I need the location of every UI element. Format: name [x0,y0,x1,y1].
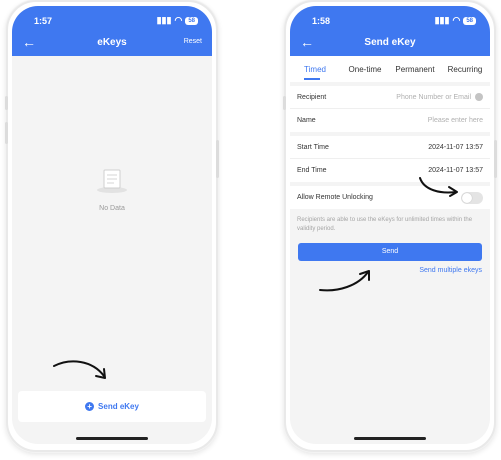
wifi-icon: ◠ [452,15,461,25]
home-indicator [354,437,426,440]
ekeys-screen: 1:57 ▮▮▮ ◠ 58 ← eKeys Reset No Data + Se… [12,6,212,444]
tab-one-time[interactable]: One-time [340,65,390,74]
time-group: Start Time 2024-11-07 13:57 End Time 202… [290,136,490,182]
tab-recurring[interactable]: Recurring [440,65,490,74]
send-ekey-button[interactable]: + Send eKey [18,391,206,422]
name-label: Name [297,117,316,124]
document-icon [97,169,127,193]
send-ekey-screen: 1:58 ▮▮▮ ◠ 58 ← Send eKey Timed One-time… [290,6,490,444]
side-button [494,140,497,178]
annotation-arrow-icon [419,177,458,197]
end-time-label: End Time [297,167,327,174]
status-bar: 1:57 ▮▮▮ ◠ 58 [12,6,212,32]
recipient-group: Recipient Phone Number or Email Name Ple… [290,86,490,132]
home-indicator [76,437,148,440]
tab-timed[interactable]: Timed [290,65,340,74]
recipient-row[interactable]: Recipient Phone Number or Email [290,86,490,109]
reset-button[interactable]: Reset [184,38,202,45]
battery-icon: 58 [185,16,198,25]
empty-state: No Data [12,166,212,212]
recipient-input[interactable]: Phone Number or Email [396,94,471,101]
status-bar: 1:58 ▮▮▮ ◠ 58 [290,6,490,32]
signal-icon: ▮▮▮ [156,15,172,25]
side-button [216,140,219,178]
start-time-label: Start Time [297,143,329,151]
send-ekey-label: Send eKey [98,402,139,411]
contact-icon[interactable] [475,93,483,101]
start-time-row[interactable]: Start Time 2024-11-07 13:57 [290,136,490,159]
validity-hint: Recipients are able to use the eKeys for… [297,217,473,232]
end-time-value[interactable]: 2024-11-07 13:57 [428,167,483,174]
name-row[interactable]: Name Please enter here [290,109,490,132]
wifi-icon: ◠ [174,15,183,25]
page-title: Send eKey [364,37,416,48]
remote-unlock-group: Allow Remote Unlocking [290,186,490,209]
empty-state-text: No Data [99,205,125,212]
header: 1:57 ▮▮▮ ◠ 58 ← eKeys Reset [12,6,212,56]
start-time-value[interactable]: 2024-11-07 13:57 [428,144,483,151]
plus-circle-icon: + [85,402,95,411]
active-tab-indicator [304,78,320,80]
annotation-arrow-icon [53,360,106,379]
battery-icon: 58 [463,16,476,25]
end-time-row[interactable]: End Time 2024-11-07 13:57 [290,159,490,182]
nav-bar: ← Send eKey [290,32,490,56]
status-icons: ▮▮▮ ◠ 58 [157,15,198,26]
recipient-label: Recipient [297,93,327,101]
name-input[interactable]: Please enter here [428,117,483,124]
tab-bar: Timed One-time Permanent Recurring [290,56,490,82]
phone-frame-left: 1:57 ▮▮▮ ◠ 58 ← eKeys Reset No Data + Se… [6,0,218,452]
nav-bar: ← eKeys Reset [12,32,212,56]
header: 1:58 ▮▮▮ ◠ 58 ← Send eKey [290,6,490,56]
tab-permanent[interactable]: Permanent [390,65,440,74]
side-button [5,96,8,110]
annotation-arrow-icon [319,270,370,292]
side-button [5,122,8,144]
status-time: 1:57 [34,16,53,26]
status-time: 1:58 [312,16,331,26]
remote-unlock-row: Allow Remote Unlocking [290,186,490,209]
page-title: eKeys [97,37,127,48]
remote-unlock-toggle[interactable] [461,191,483,204]
toggle-knob [462,192,472,203]
side-button [283,96,286,110]
signal-icon: ▮▮▮ [434,15,450,25]
send-button[interactable]: Send [298,243,482,261]
phone-frame-right: 1:58 ▮▮▮ ◠ 58 ← Send eKey Timed One-time… [284,0,496,452]
status-icons: ▮▮▮ ◠ 58 [435,15,476,26]
